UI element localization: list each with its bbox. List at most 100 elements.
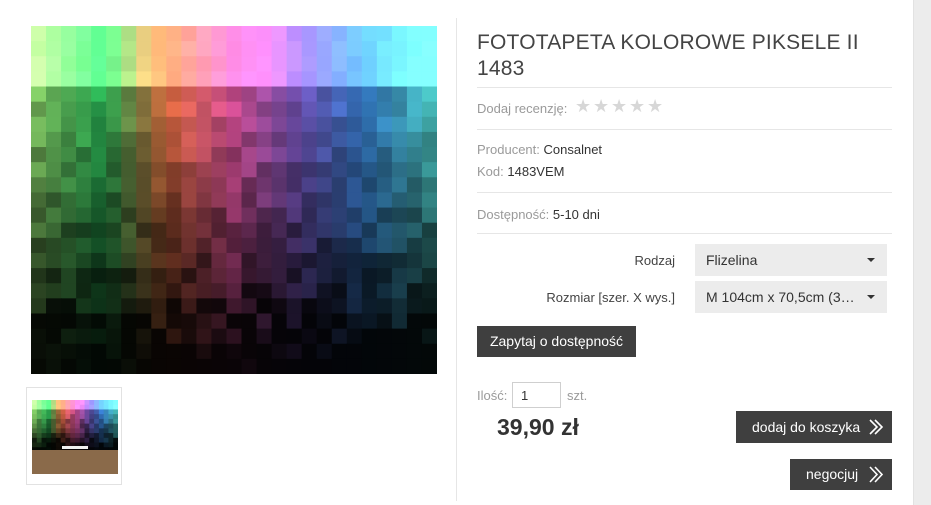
mosaic-pixel bbox=[121, 71, 137, 88]
mosaic-pixel bbox=[46, 237, 62, 254]
mosaic-pixel bbox=[361, 237, 378, 254]
mosaic-pixel bbox=[286, 26, 303, 42]
rating-stars[interactable]: ★ ★ ★ ★ ★ bbox=[575, 97, 665, 115]
mosaic-pixel bbox=[271, 41, 288, 57]
mosaic-pixel bbox=[89, 442, 95, 448]
size-label: Rozmiar [szer. X wys.] bbox=[546, 290, 675, 305]
mosaic-pixel bbox=[346, 26, 363, 42]
mosaic-pixel bbox=[55, 423, 62, 429]
star-icon[interactable]: ★ bbox=[647, 97, 665, 115]
mosaic-pixel bbox=[31, 26, 47, 42]
mosaic-pixel bbox=[241, 313, 258, 330]
type-label: Rodzaj bbox=[634, 253, 675, 268]
mosaic-pixel bbox=[46, 147, 62, 163]
mosaic-pixel bbox=[103, 442, 110, 448]
mosaic-pixel bbox=[91, 41, 107, 57]
mosaic-pixel bbox=[76, 252, 92, 269]
size-select[interactable]: M 104cm x 70,5cm (39,90 zł) bbox=[695, 281, 887, 313]
mosaic-pixel bbox=[166, 343, 182, 360]
product-main-image[interactable] bbox=[31, 26, 437, 374]
type-select[interactable]: Flizelina bbox=[695, 244, 887, 276]
mosaic-pixel bbox=[241, 162, 258, 178]
mosaic-pixel bbox=[46, 328, 62, 345]
mosaic-pixel bbox=[331, 147, 348, 163]
mosaic-pixel bbox=[361, 313, 378, 330]
mosaic-pixel bbox=[51, 418, 57, 425]
mosaic-pixel bbox=[256, 283, 273, 299]
mosaic-pixel bbox=[196, 237, 213, 254]
mosaic-pixel bbox=[316, 343, 333, 360]
quantity-input[interactable] bbox=[512, 382, 561, 408]
star-icon[interactable]: ★ bbox=[611, 97, 629, 115]
mosaic-pixel bbox=[316, 328, 333, 345]
mosaic-pixel bbox=[41, 400, 47, 406]
mosaic-pixel bbox=[31, 313, 47, 330]
mosaic-pixel bbox=[361, 222, 378, 239]
mosaic-pixel bbox=[121, 41, 137, 57]
mosaic-pixel bbox=[36, 400, 43, 406]
mosaic-pixel bbox=[136, 283, 152, 299]
mosaic-pixel bbox=[421, 131, 437, 148]
mosaic-pixel bbox=[136, 237, 152, 254]
mosaic-pixel bbox=[166, 56, 182, 72]
mosaic-pixel bbox=[256, 358, 273, 374]
mosaic-pixel bbox=[121, 298, 137, 315]
mosaic-pixel bbox=[406, 192, 423, 209]
mosaic-pixel bbox=[151, 222, 167, 239]
double-chevron-right-icon bbox=[869, 466, 884, 483]
mosaic-pixel bbox=[121, 192, 137, 209]
mosaic-pixel bbox=[241, 116, 258, 133]
mosaic-pixel bbox=[181, 313, 198, 330]
mosaic-pixel bbox=[75, 437, 81, 444]
mosaic-pixel bbox=[286, 313, 303, 330]
mosaic-pixel bbox=[46, 418, 52, 425]
star-icon[interactable]: ★ bbox=[575, 97, 593, 115]
star-icon[interactable]: ★ bbox=[629, 97, 647, 115]
mosaic-pixel bbox=[94, 442, 100, 448]
mosaic-pixel bbox=[421, 41, 437, 57]
mosaic-pixel bbox=[51, 404, 57, 411]
mosaic-pixel bbox=[391, 207, 408, 224]
mosaic-pixel bbox=[286, 343, 303, 360]
mosaic-pixel bbox=[103, 433, 110, 439]
mosaic-pixel bbox=[89, 437, 95, 444]
mosaic-pixel bbox=[211, 237, 228, 254]
product-thumbnail[interactable] bbox=[26, 387, 122, 485]
mosaic-pixel bbox=[361, 56, 378, 72]
mosaic-pixel bbox=[406, 343, 423, 360]
mosaic-pixel bbox=[226, 116, 243, 133]
ask-availability-button[interactable]: Zapytaj o dostępność bbox=[477, 326, 636, 357]
mosaic-pixel bbox=[256, 298, 273, 315]
mosaic-pixel bbox=[241, 222, 258, 239]
mosaic-pixel bbox=[61, 222, 77, 239]
mosaic-pixel bbox=[51, 414, 57, 420]
star-icon[interactable]: ★ bbox=[593, 97, 611, 115]
mosaic-pixel bbox=[106, 207, 122, 224]
mosaic-pixel bbox=[406, 237, 423, 254]
mosaic-pixel bbox=[211, 283, 228, 299]
mosaic-pixel bbox=[151, 101, 167, 118]
producer-value[interactable]: Consalnet bbox=[544, 142, 603, 157]
mosaic-pixel bbox=[79, 433, 86, 439]
mosaic-pixel bbox=[331, 162, 348, 178]
negotiate-button[interactable]: negocjuj bbox=[790, 459, 892, 490]
mosaic-pixel bbox=[391, 313, 408, 330]
mosaic-pixel bbox=[181, 237, 198, 254]
code-row: Kod: 1483VEM bbox=[477, 164, 564, 179]
mosaic-pixel bbox=[89, 418, 95, 425]
mosaic-pixel bbox=[151, 56, 167, 72]
mosaic-pixel bbox=[331, 207, 348, 224]
mosaic-pixel bbox=[106, 252, 122, 269]
page-scrollbar[interactable] bbox=[913, 0, 931, 505]
add-to-cart-button[interactable]: dodaj do koszyka bbox=[736, 411, 892, 443]
mosaic-pixel bbox=[211, 343, 228, 360]
mosaic-pixel bbox=[84, 409, 90, 415]
mosaic-pixel bbox=[331, 192, 348, 209]
product-title: FOTOTAPETA KOLOROWE PIKSELE II 1483 bbox=[477, 31, 859, 80]
mosaic-pixel bbox=[84, 437, 90, 444]
mosaic-pixel bbox=[241, 252, 258, 269]
mosaic-pixel bbox=[136, 116, 152, 133]
mosaic-pixel bbox=[346, 177, 363, 194]
mosaic-pixel bbox=[271, 26, 288, 42]
mosaic-pixel bbox=[361, 177, 378, 194]
